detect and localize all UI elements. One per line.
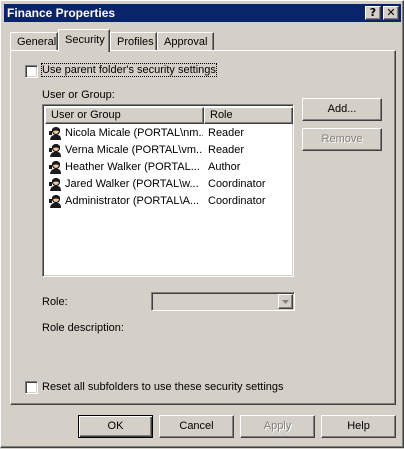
list-item[interactable]: Nicola Micale (PORTAL\nm... Reader	[45, 125, 291, 142]
role-description-label: Role description:	[42, 322, 124, 334]
user-name: Heather Walker (PORTAL...	[65, 161, 200, 173]
user-icon	[49, 127, 61, 140]
use-parent-label[interactable]: Use parent folder's security settings	[41, 63, 217, 77]
user-or-group-label: User or Group:	[42, 89, 115, 101]
user-name: Jared Walker (PORTAL\w...	[65, 178, 199, 190]
role-dropdown[interactable]	[151, 292, 295, 311]
user-name: Nicola Micale (PORTAL\nm...	[65, 127, 203, 139]
users-list[interactable]: User or Group Role Nicola Micale (PORTAL…	[42, 104, 294, 277]
column-header-label: Role	[210, 109, 233, 121]
column-header-label: User or Group	[51, 109, 121, 121]
properties-dialog: Finance Properties ? ✕ General Security …	[0, 0, 404, 448]
remove-button-label: Remove	[321, 133, 363, 145]
user-name: Verna Micale (PORTAL\vm...	[65, 144, 203, 156]
user-name: Administrator (PORTAL\A...	[65, 195, 200, 207]
user-role: Coordinator	[208, 195, 266, 207]
user-icon	[49, 178, 61, 191]
add-button[interactable]: Add...	[302, 98, 382, 121]
user-role: Author	[208, 161, 241, 173]
column-header-role[interactable]: Role	[204, 107, 293, 124]
list-item[interactable]: Verna Micale (PORTAL\vm... Reader	[45, 142, 291, 159]
role-label: Role:	[42, 296, 68, 308]
user-role: Coordinator	[208, 178, 266, 190]
user-icon	[49, 144, 61, 157]
list-item[interactable]: Administrator (PORTAL\A... Coordinator	[45, 193, 291, 210]
reset-subfolders-label[interactable]: Reset all subfolders to use these securi…	[42, 381, 284, 393]
add-button-label: Add...	[327, 103, 357, 115]
list-item[interactable]: Jared Walker (PORTAL\w... Coordinator	[45, 176, 291, 193]
user-icon	[49, 161, 61, 174]
reset-subfolders-checkbox[interactable]	[25, 381, 38, 394]
remove-button[interactable]: Remove	[302, 128, 382, 151]
list-item[interactable]: Heather Walker (PORTAL... Author	[45, 159, 291, 176]
user-icon	[49, 195, 61, 208]
column-header-user[interactable]: User or Group	[45, 107, 204, 124]
user-role: Reader	[208, 127, 245, 139]
user-role: Reader	[208, 144, 245, 156]
use-parent-checkbox[interactable]	[25, 65, 38, 78]
chevron-down-icon[interactable]	[278, 294, 293, 309]
